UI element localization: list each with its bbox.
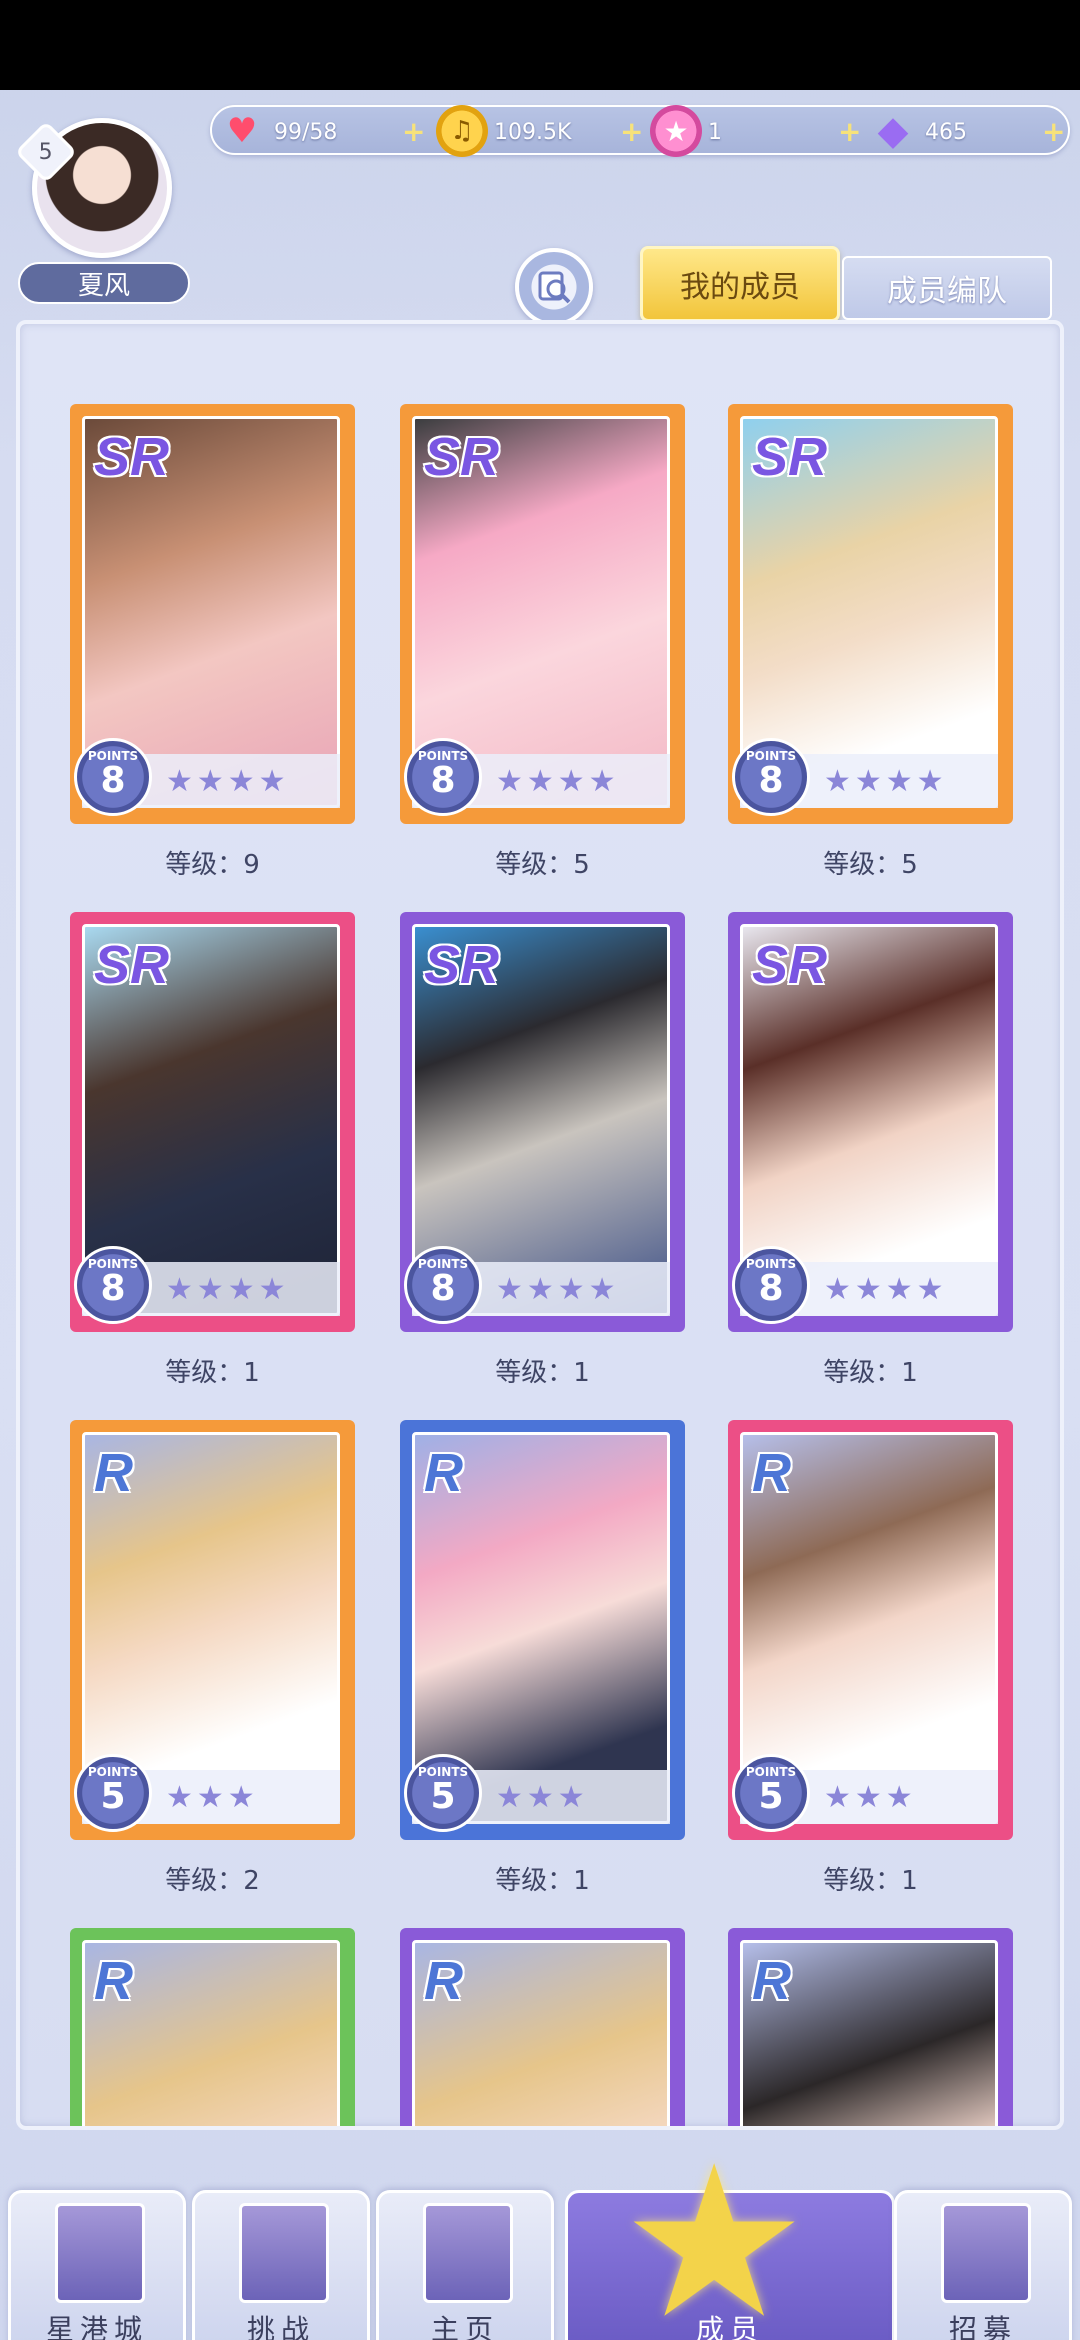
search-icon — [538, 271, 571, 304]
rarity-badge: R — [752, 1951, 791, 2011]
member-card[interactable]: SR POINTS 8 ★★★★ 等级：1 — [70, 912, 355, 1388]
add-diamond-button[interactable]: + — [1042, 115, 1065, 148]
star-rating: ★★★★ — [824, 1272, 948, 1307]
rarity-badge: SR — [94, 427, 170, 487]
star-rating: ★★★ — [824, 1780, 917, 1815]
star-rating: ★★★★ — [824, 764, 948, 799]
points-badge: POINTS 5 — [74, 1754, 152, 1832]
rarity-badge: SR — [424, 935, 500, 995]
player-name: 夏风 — [18, 262, 190, 304]
card-level: 等级：9 — [165, 850, 260, 880]
star-rating: ★★★★ — [496, 764, 620, 799]
player-avatar[interactable]: 5 — [14, 118, 182, 268]
rarity-badge: SR — [752, 427, 828, 487]
card-level: 等级：5 — [495, 850, 590, 880]
gold-counter: ♫ 109.5K — [436, 105, 571, 157]
card-level: 等级：1 — [165, 1358, 260, 1388]
points-badge: POINTS 8 — [74, 738, 152, 816]
points-badge: POINTS 5 — [732, 1754, 810, 1832]
star-rating: ★★★ — [496, 1780, 589, 1815]
points-badge: POINTS 8 — [74, 1246, 152, 1324]
star-rating: ★★★★ — [166, 1272, 290, 1307]
member-card[interactable]: SR POINTS 8 ★★★★ 等级：5 — [728, 404, 1013, 880]
rarity-badge: R — [752, 1443, 791, 1503]
member-card[interactable]: SR POINTS 8 ★★★★ 等级：1 — [728, 912, 1013, 1388]
member-card[interactable]: R POINTS 5 ★★★ 等级：1 — [728, 1420, 1013, 1896]
points-badge: POINTS 8 — [732, 738, 810, 816]
rarity-badge: R — [94, 1951, 133, 2011]
stamina-counter: ♥ 99/58 — [216, 107, 338, 157]
member-grid-panel: SR POINTS 8 ★★★★ 等级：9 SR POINTS 8 ★★★★ 等级：… — [16, 320, 1064, 2130]
add-star-button[interactable]: + — [838, 115, 861, 148]
member-card[interactable]: SR POINTS 8 ★★★★ 等级：9 — [70, 404, 355, 880]
card-level: 等级：2 — [165, 1866, 260, 1896]
tab-my-members[interactable]: 我的成员 — [640, 246, 840, 333]
rarity-badge: SR — [94, 935, 170, 995]
rarity-badge: R — [94, 1443, 133, 1503]
member-card[interactable]: SR POINTS 8 ★★★★ 等级：1 — [400, 912, 685, 1388]
points-badge: POINTS 8 — [404, 738, 482, 816]
resource-bar: ♥ 99/58 + ♫ 109.5K + ★ 1 + ◆ 465 + — [210, 105, 1070, 157]
rarity-badge: R — [424, 1951, 463, 2011]
members-star-icon: ★ — [620, 2120, 809, 2340]
member-card[interactable]: R — [400, 1928, 685, 2126]
heart-icon: ♥ — [226, 111, 258, 151]
status-bar — [0, 0, 1080, 90]
nav-home[interactable]: 主页 — [376, 2190, 554, 2340]
nav-star-city[interactable]: 星港城 — [8, 2190, 186, 2340]
diamond-icon: ◆ — [877, 108, 909, 154]
rarity-badge: SR — [752, 935, 828, 995]
card-level: 等级：1 — [823, 1358, 918, 1388]
tab-formation[interactable]: 成员编队 — [842, 256, 1052, 320]
card-level: 等级：1 — [495, 1866, 590, 1896]
points-badge: POINTS 8 — [732, 1246, 810, 1324]
star-rating: ★★★★ — [496, 1272, 620, 1307]
add-gold-button[interactable]: + — [620, 115, 643, 148]
rarity-badge: R — [424, 1443, 463, 1503]
rarity-badge: SR — [424, 427, 500, 487]
star-rating: ★★★★ — [166, 764, 290, 799]
star-rating: ★★★ — [166, 1780, 259, 1815]
pink-star-icon: ★ — [650, 105, 702, 157]
member-card[interactable]: R POINTS 5 ★★★ 等级：2 — [70, 1420, 355, 1896]
recruit-icon — [941, 2203, 1031, 2303]
points-badge: POINTS 8 — [404, 1246, 482, 1324]
nav-recruit[interactable]: 招募 — [894, 2190, 1072, 2340]
star-counter: ★ 1 — [650, 105, 722, 157]
nav-challenge[interactable]: 挑战 — [192, 2190, 370, 2340]
points-badge: POINTS 5 — [404, 1754, 482, 1832]
music-coin-icon: ♫ — [436, 105, 488, 157]
member-card[interactable]: R POINTS 5 ★★★ 等级：1 — [400, 1420, 685, 1896]
building-icon — [55, 2203, 145, 2303]
challenge-icon — [239, 2203, 329, 2303]
home-icon — [423, 2203, 513, 2303]
member-card[interactable]: R — [728, 1928, 1013, 2126]
search-button[interactable] — [515, 248, 593, 326]
member-card[interactable]: SR POINTS 8 ★★★★ 等级：5 — [400, 404, 685, 880]
bottom-nav: 星港城 挑战 主页 成员 ★ 招募 — [0, 2120, 1080, 2340]
card-level: 等级：1 — [495, 1358, 590, 1388]
card-level: 等级：1 — [823, 1866, 918, 1896]
diamond-counter: ◆ 465 — [867, 107, 967, 157]
card-level: 等级：5 — [823, 850, 918, 880]
member-card[interactable]: R — [70, 1928, 355, 2126]
add-stamina-button[interactable]: + — [402, 115, 425, 148]
